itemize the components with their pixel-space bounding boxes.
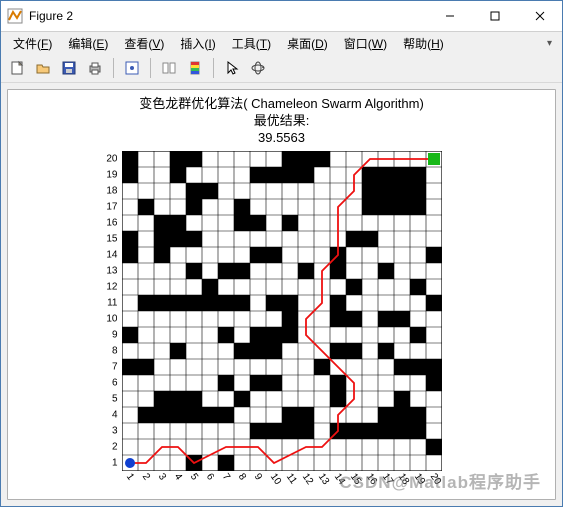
x-tick: 7 — [219, 471, 231, 482]
open-button[interactable] — [31, 56, 55, 80]
y-tick: 18 — [100, 185, 118, 196]
y-tick: 14 — [100, 249, 118, 260]
x-tick: 15 — [347, 471, 362, 486]
y-tick: 12 — [100, 281, 118, 292]
y-tick: 11 — [100, 297, 118, 308]
title-line-1: 变色龙群优化算法( Chameleon Swarm Algorithm) — [139, 96, 424, 113]
y-tick: 6 — [100, 377, 118, 388]
x-tick: 17 — [379, 471, 394, 486]
menu-chevron-icon[interactable]: ▾ — [541, 38, 558, 49]
y-tick: 16 — [100, 217, 118, 228]
print-button[interactable] — [83, 56, 107, 80]
y-tick: 3 — [100, 425, 118, 436]
x-tick: 6 — [203, 471, 215, 482]
y-tick: 13 — [100, 265, 118, 276]
figure-area: 变色龙群优化算法( Chameleon Swarm Algorithm) 最优结… — [1, 83, 562, 506]
y-tick: 8 — [100, 345, 118, 356]
y-tick: 9 — [100, 329, 118, 340]
x-tick: 4 — [171, 471, 183, 482]
x-tick: 13 — [315, 471, 330, 486]
menu-t[interactable]: 工具(T) — [224, 33, 279, 54]
x-tick: 20 — [427, 471, 442, 486]
menu-w[interactable]: 窗口(W) — [336, 33, 395, 54]
x-tick: 11 — [283, 471, 298, 486]
save-button[interactable] — [57, 56, 81, 80]
grid-plot — [122, 151, 442, 471]
x-tick: 1 — [123, 471, 135, 482]
x-tick: 9 — [251, 471, 263, 482]
x-tick: 8 — [235, 471, 247, 482]
menu-v[interactable]: 查看(V) — [116, 33, 172, 54]
rotate-3d-button[interactable] — [246, 56, 270, 80]
menu-i[interactable]: 插入(I) — [172, 33, 223, 54]
minimize-button[interactable] — [427, 2, 472, 31]
app-icon — [7, 8, 23, 24]
link-plot-button[interactable] — [157, 56, 181, 80]
close-button[interactable] — [517, 2, 562, 31]
insert-colorbar-button[interactable] — [183, 56, 207, 80]
y-tick: 4 — [100, 409, 118, 420]
y-tick: 2 — [100, 441, 118, 452]
toolbar — [1, 54, 562, 83]
x-tick: 18 — [395, 471, 410, 486]
x-tick: 19 — [411, 471, 426, 486]
menu-f[interactable]: 文件(F) — [5, 33, 60, 54]
plot-title: 变色龙群优化算法( Chameleon Swarm Algorithm) 最优结… — [139, 96, 424, 147]
figure-panel: 变色龙群优化算法( Chameleon Swarm Algorithm) 最优结… — [7, 89, 556, 500]
maximize-button[interactable] — [472, 2, 517, 31]
y-tick: 17 — [100, 201, 118, 212]
title-line-3: 39.5563 — [139, 130, 424, 147]
menubar: 文件(F)编辑(E)查看(V)插入(I)工具(T)桌面(D)窗口(W)帮助(H)… — [1, 32, 562, 54]
toolbar-separator — [213, 58, 214, 78]
y-tick: 15 — [100, 233, 118, 244]
x-tick: 2 — [139, 471, 151, 482]
x-tick: 5 — [187, 471, 199, 482]
x-tick: 12 — [299, 471, 314, 486]
window-title: Figure 2 — [29, 9, 427, 23]
axes[interactable]: 1234567891011121314151617181920123456789… — [122, 151, 442, 471]
pointer-button[interactable] — [220, 56, 244, 80]
x-tick: 10 — [267, 471, 282, 486]
edit-plot-button[interactable] — [120, 56, 144, 80]
menu-e[interactable]: 编辑(E) — [60, 33, 116, 54]
figure-window: Figure 2 文件(F)编辑(E)查看(V)插入(I)工具(T)桌面(D)窗… — [0, 0, 563, 507]
menu-d[interactable]: 桌面(D) — [279, 33, 336, 54]
y-tick: 1 — [100, 457, 118, 468]
y-tick: 20 — [100, 153, 118, 164]
y-tick: 10 — [100, 313, 118, 324]
new-figure-button[interactable] — [5, 56, 29, 80]
y-tick: 19 — [100, 169, 118, 180]
toolbar-separator — [150, 58, 151, 78]
x-tick: 14 — [331, 471, 346, 486]
x-tick: 16 — [363, 471, 378, 486]
y-tick: 7 — [100, 361, 118, 372]
titlebar: Figure 2 — [1, 1, 562, 32]
y-tick: 5 — [100, 393, 118, 404]
menu-h[interactable]: 帮助(H) — [395, 33, 452, 54]
title-line-2: 最优结果: — [139, 113, 424, 130]
x-tick: 3 — [155, 471, 167, 482]
toolbar-separator — [113, 58, 114, 78]
